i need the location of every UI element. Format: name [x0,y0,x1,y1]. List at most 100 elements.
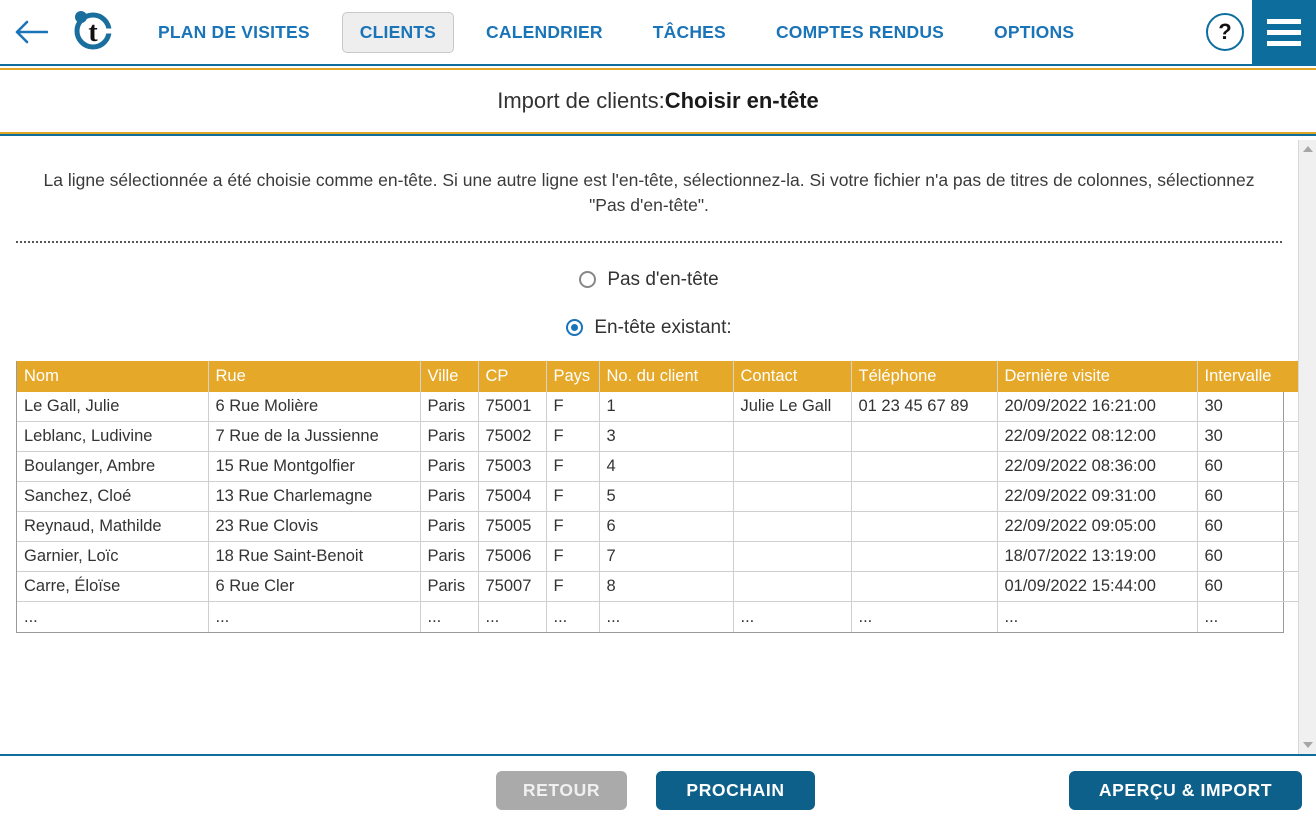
cell-nom: Le Gall, Julie [17,391,209,422]
vertical-scrollbar[interactable] [1298,140,1316,754]
cell-no-du-client: 1 [599,391,734,422]
cell-rue: 23 Rue Clovis [208,511,421,542]
cell-contact [733,541,852,572]
svg-text:t: t [88,17,98,48]
cell-intervalle: 30 [1197,421,1303,452]
table-row[interactable]: Leblanc, Ludivine 7 Rue de la Jussienne … [17,421,1303,452]
cell-no-du-client: 8 [599,571,734,602]
hamburger-menu-icon[interactable] [1252,0,1316,65]
tourplan-logo-icon: t [69,6,117,59]
hamburger-bar [1267,18,1301,24]
cell-intervalle: 60 [1197,511,1303,542]
nav-item-taches[interactable]: TÂCHES [635,12,744,53]
cell-contact: Julie Le Gall [733,391,852,422]
nav-item-clients[interactable]: CLIENTS [341,11,455,53]
cell-derniere-visite: 22/09/2022 08:12:00 [997,421,1198,452]
table-row[interactable]: Carre, Éloïse 6 Rue Cler Paris 75007 F 8… [17,571,1303,602]
help-button[interactable]: ? [1198,0,1252,65]
column-header-cp[interactable]: CP [478,360,547,392]
cell-no-du-client: 3 [599,421,734,452]
next-button[interactable]: PROCHAIN [656,771,815,810]
cell-cp: 75007 [478,571,547,602]
table-header-row[interactable]: Nom Rue Ville CP Pays No. du client Cont… [17,360,1303,392]
cell-ville: Paris [420,391,479,422]
table-row-ellipsis[interactable]: ... ... ... ... ... ... ... ... ... ... [17,601,1303,632]
nav-item-comptes-rendus[interactable]: COMPTES RENDUS [758,12,962,53]
scroll-up-arrow-icon[interactable] [1299,140,1316,158]
table-row[interactable]: Garnier, Loïc 18 Rue Saint-Benoit Paris … [17,541,1303,572]
back-button-footer[interactable]: RETOUR [496,771,627,810]
cell-derniere-visite: 20/09/2022 16:21:00 [997,391,1198,422]
cell-cp: 75002 [478,421,547,452]
back-button[interactable] [0,0,62,65]
cell-telephone [851,511,998,542]
cell-derniere-visite: 22/09/2022 09:05:00 [997,511,1198,542]
column-header-nom[interactable]: Nom [17,360,209,392]
cell-no-du-client: ... [599,601,734,632]
cell-rue: 6 Rue Molière [208,391,421,422]
cell-rue: ... [208,601,421,632]
column-header-derniere-visite[interactable]: Dernière visite [997,360,1198,392]
cell-pays: F [546,421,600,452]
table-head: Nom Rue Ville CP Pays No. du client Cont… [17,360,1303,392]
cell-ville: Paris [420,571,479,602]
table-row[interactable]: Sanchez, Cloé 13 Rue Charlemagne Paris 7… [17,481,1303,512]
cell-ville: Paris [420,481,479,512]
cell-rue: 13 Rue Charlemagne [208,481,421,512]
nav-item-calendrier[interactable]: CALENDRIER [468,12,621,53]
cell-rue: 7 Rue de la Jussienne [208,421,421,452]
cell-contact: ... [733,601,852,632]
column-header-contact[interactable]: Contact [733,360,852,392]
radio-existing-header-icon[interactable] [566,319,584,337]
radio-no-header-icon[interactable] [579,271,597,289]
cell-telephone [851,571,998,602]
dotted-divider [16,240,1282,243]
scroll-down-arrow-icon[interactable] [1299,736,1316,754]
arrow-left-icon [14,19,48,45]
cell-nom: ... [17,601,209,632]
cell-contact [733,421,852,452]
radio-no-header-hit[interactable]: Pas d'en-tête [579,268,719,291]
cell-ville: Paris [420,511,479,542]
cell-cp: 75003 [478,451,547,482]
main-content: La ligne sélectionnée a été choisie comm… [0,140,1316,754]
cell-intervalle: 60 [1197,571,1303,602]
page-title: Import de clients: Choisir en-tête [0,70,1316,132]
cell-derniere-visite: 01/09/2022 15:44:00 [997,571,1198,602]
table-row[interactable]: Le Gall, Julie 6 Rue Molière Paris 75001… [17,391,1303,422]
radio-option-existing-header[interactable]: En-tête existant: [16,317,1282,339]
column-header-pays[interactable]: Pays [546,360,600,392]
cell-telephone: ... [851,601,998,632]
cell-nom: Garnier, Loïc [17,541,209,572]
column-header-intervalle[interactable]: Intervalle [1197,360,1303,392]
column-header-telephone[interactable]: Téléphone [851,360,998,392]
cell-contact [733,451,852,482]
cell-intervalle: 60 [1197,541,1303,572]
cell-pays: F [546,571,600,602]
teal-divider [0,134,1316,136]
cell-cp: ... [478,601,547,632]
column-header-rue[interactable]: Rue [208,360,421,392]
cell-pays: F [546,481,600,512]
column-header-ville[interactable]: Ville [420,360,479,392]
radio-no-header-label: Pas d'en-tête [607,268,719,290]
cell-cp: 75005 [478,511,547,542]
hamburger-bar [1267,29,1301,35]
table-row[interactable]: Reynaud, Mathilde 23 Rue Clovis Paris 75… [17,511,1303,542]
cell-rue: 6 Rue Cler [208,571,421,602]
nav-item-plan-de-visites[interactable]: PLAN DE VISITES [140,12,328,53]
cell-ville: Paris [420,451,479,482]
nav-item-list: PLAN DE VISITES CLIENTS CALENDRIER TÂCHE… [140,0,1198,65]
footer-bar: RETOUR PROCHAIN APERÇU & IMPORT [0,754,1316,824]
cell-intervalle: ... [1197,601,1303,632]
column-header-no-du-client[interactable]: No. du client [599,360,734,392]
radio-existing-header-hit[interactable]: En-tête existant: [566,317,732,339]
table-row[interactable]: Boulanger, Ambre 15 Rue Montgolfier Pari… [17,451,1303,482]
cell-intervalle: 30 [1204,397,1223,415]
nav-item-options[interactable]: OPTIONS [976,12,1092,53]
preview-import-button[interactable]: APERÇU & IMPORT [1069,771,1302,810]
instruction-text: La ligne sélectionnée a été choisie comm… [43,170,1255,216]
app-logo[interactable]: t [62,0,124,65]
cell-telephone [851,451,998,482]
radio-option-no-header[interactable]: Pas d'en-tête [16,269,1282,291]
